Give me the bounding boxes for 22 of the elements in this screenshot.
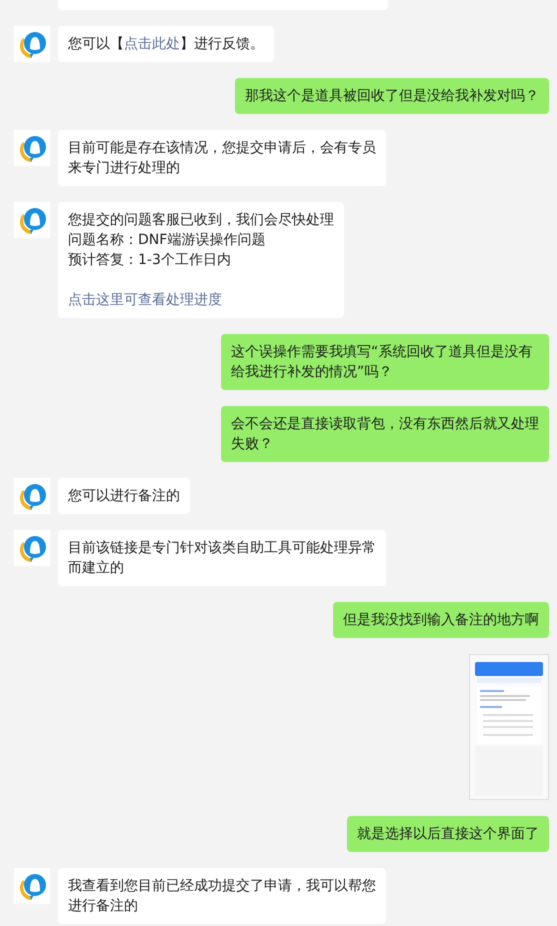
- link[interactable]: 点击这里可查看处理进度: [68, 290, 222, 310]
- message-text: 但是我没找到输入备注的地方啊: [343, 611, 539, 630]
- screenshot-drawing[interactable]: [469, 654, 549, 800]
- avatar-icon: [14, 26, 50, 62]
- avatar-icon: [14, 530, 50, 566]
- message-text: 您可以进行备注的: [68, 487, 180, 506]
- avatar-icon: [14, 478, 50, 514]
- message-text: 您提交的问题客服已收到，我们会尽快处理: [68, 211, 334, 230]
- message-text: 会不会还是直接读取背包，没有东西然后就又处理失败？: [231, 415, 539, 454]
- message-text: 我查看到您目前已经成功提交了申请，我可以帮您进行备注的: [68, 877, 376, 916]
- avatar-icon: [14, 202, 50, 238]
- message-text: 这个误操作需要我填写“系统回收了道具但是没有给我进行补发的情况”吗？: [231, 343, 534, 382]
- message-text: 目前该链接是专门针对该类自助工具可能处理异常而建立的: [68, 539, 376, 578]
- message-text: 那我这个是道具被回收了但是没给我补发对吗？: [245, 87, 539, 106]
- message-text: 您可以【点击此处】进行反馈。: [68, 35, 264, 54]
- message-text: 就是选择以后直接这个界面了: [357, 825, 539, 844]
- message-text: 问题名称：DNF端游误操作问题: [68, 231, 266, 250]
- message-text: 目前可能是存在该情况，您提交申请后，会有专员来专门进行处理的: [68, 139, 376, 178]
- avatar-icon: [14, 130, 50, 166]
- message-text: 预计答复：1-3个工作日内: [68, 251, 231, 270]
- avatar-icon: [14, 868, 50, 904]
- link[interactable]: 点击此处: [124, 36, 180, 52]
